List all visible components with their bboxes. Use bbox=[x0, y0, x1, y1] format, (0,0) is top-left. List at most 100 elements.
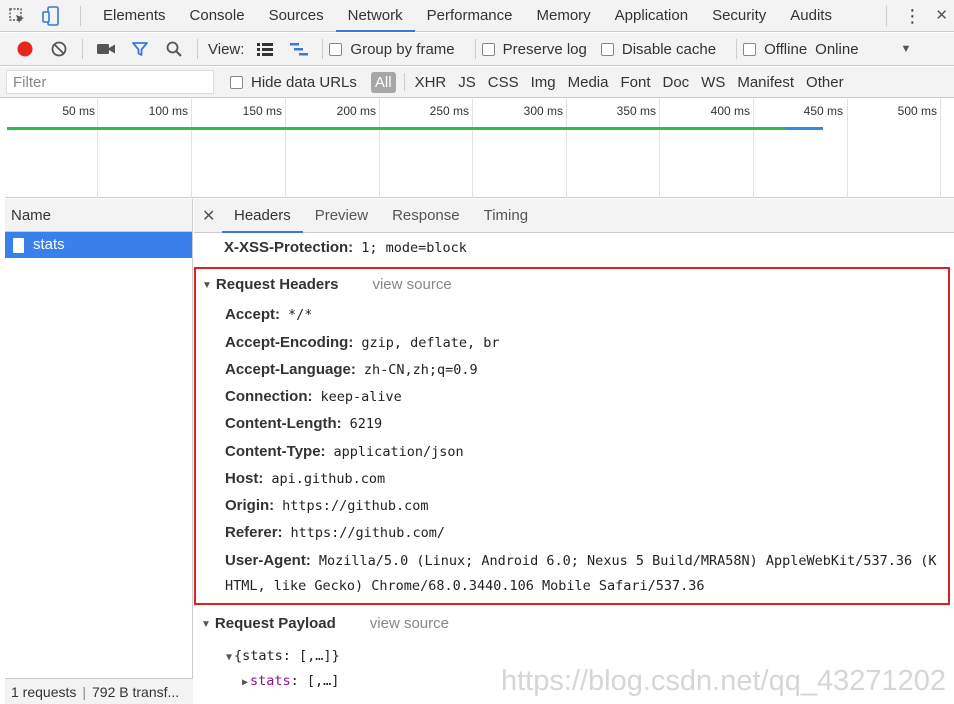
request-row[interactable]: stats bbox=[5, 232, 192, 258]
view-label: View: bbox=[208, 40, 245, 58]
record-button[interactable] bbox=[8, 34, 42, 64]
payload-child[interactable]: ▶ stats: [,…] bbox=[242, 673, 339, 689]
request-header-line: Content-Length: 6219 bbox=[225, 412, 382, 436]
request-detail-panel: ✕ Headers Preview Response Timing X-XSS-… bbox=[194, 199, 954, 704]
header-value: https://github.com bbox=[282, 498, 429, 514]
timeline-tick-label: 400 ms bbox=[710, 104, 750, 118]
capture-screenshots-button[interactable] bbox=[89, 34, 123, 64]
request-name: stats bbox=[33, 236, 65, 253]
view-source-link[interactable]: view source bbox=[372, 276, 451, 293]
tab-audits[interactable]: Audits bbox=[778, 0, 844, 32]
waterfall-overview-button[interactable] bbox=[282, 34, 316, 64]
tab-timing[interactable]: Timing bbox=[472, 199, 540, 233]
name-column-header[interactable]: Name bbox=[5, 199, 192, 232]
header-key: Content-Type: bbox=[225, 443, 326, 460]
search-button[interactable] bbox=[157, 34, 191, 64]
header-value: */* bbox=[288, 307, 313, 323]
timeline-tick-label: 200 ms bbox=[336, 104, 376, 118]
tab-headers[interactable]: Headers bbox=[222, 199, 303, 233]
view-source-link[interactable]: view source bbox=[370, 615, 449, 632]
header-value: application/json bbox=[333, 444, 464, 460]
payload-root[interactable]: ▼ {stats: [,…]} bbox=[226, 648, 340, 664]
type-filter-img[interactable]: Img bbox=[525, 74, 562, 91]
section-title: Request Payload bbox=[214, 615, 336, 632]
request-count: 1 requests bbox=[11, 684, 77, 700]
clear-icon bbox=[51, 41, 67, 57]
offline-checkbox[interactable]: Offline bbox=[743, 41, 807, 58]
throttling-select[interactable]: Online ▼ bbox=[815, 41, 911, 58]
header-key: Referer: bbox=[225, 524, 283, 541]
type-filter-all[interactable]: All bbox=[370, 71, 396, 93]
tab-response[interactable]: Response bbox=[380, 199, 472, 233]
type-filter-doc[interactable]: Doc bbox=[656, 74, 695, 91]
request-header-line: Referer: https://github.com/ bbox=[225, 521, 445, 545]
file-icon bbox=[13, 237, 24, 253]
hide-data-urls-checkbox[interactable]: Hide data URLs bbox=[230, 74, 357, 91]
type-filter-js[interactable]: JS bbox=[452, 74, 482, 91]
tab-network[interactable]: Network bbox=[335, 0, 415, 32]
header-value: keep-alive bbox=[320, 389, 402, 405]
timeline-gridline bbox=[285, 98, 286, 198]
payload-root-value: {stats: [,…]} bbox=[234, 648, 340, 664]
header-key: X-XSS-Protection: bbox=[224, 239, 354, 256]
type-filter-css[interactable]: CSS bbox=[482, 74, 525, 91]
timeline-tick-label: 500 ms bbox=[897, 104, 937, 118]
toolbar-separator bbox=[474, 39, 476, 59]
type-filter-xhr[interactable]: XHR bbox=[409, 74, 453, 91]
preserve-log-checkbox[interactable]: Preserve log bbox=[481, 40, 587, 58]
triangle-right-icon: ▶ bbox=[242, 677, 249, 688]
header-value: Mozilla/5.0 (Linux; Android 6.0; Nexus 5… bbox=[318, 553, 937, 569]
timeline-tick-label: 450 ms bbox=[803, 104, 843, 118]
tab-sources[interactable]: Sources bbox=[257, 0, 336, 32]
section-title: Request Headers bbox=[215, 276, 339, 293]
type-filter-separator bbox=[403, 73, 405, 91]
type-filter-ws[interactable]: WS bbox=[695, 74, 731, 91]
request-headers-section[interactable]: ▼ Request Headers view source bbox=[202, 273, 452, 297]
timeline-tick-label: 50 ms bbox=[62, 104, 95, 118]
request-header-line: Accept-Language: zh-CN,zh;q=0.9 bbox=[225, 358, 478, 382]
type-filter-manifest[interactable]: Manifest bbox=[731, 74, 800, 91]
filter-input[interactable] bbox=[6, 70, 214, 94]
more-options-icon[interactable]: ⋮ bbox=[895, 0, 929, 32]
toolbar-separator bbox=[736, 39, 738, 59]
payload-key: stats bbox=[250, 673, 291, 689]
timeline-overview[interactable]: 50 ms 100 ms 150 ms 200 ms 250 ms 300 ms… bbox=[5, 98, 954, 198]
type-filter-other[interactable]: Other bbox=[800, 74, 850, 91]
tab-preview[interactable]: Preview bbox=[303, 199, 380, 233]
request-headers-highlight: ▼ Request Headers view source Accept: */* A… bbox=[194, 267, 950, 605]
header-key: Origin: bbox=[225, 497, 275, 514]
network-toolbar: View: Group by frame Preserve log Disabl… bbox=[0, 33, 954, 66]
group-by-frame-checkbox[interactable]: Group by frame bbox=[329, 40, 455, 58]
filter-toggle-button[interactable] bbox=[123, 34, 157, 64]
timeline-gridline bbox=[847, 98, 848, 198]
tab-memory[interactable]: Memory bbox=[525, 0, 603, 32]
group-by-frame-label: Group by frame bbox=[350, 40, 455, 58]
hide-data-urls-label: Hide data URLs bbox=[251, 73, 357, 91]
close-devtools-icon[interactable]: ✕ bbox=[929, 0, 954, 32]
response-header-line: X-XSS-Protection: 1; mode=block bbox=[224, 236, 467, 260]
large-rows-button[interactable] bbox=[248, 34, 282, 64]
tab-security[interactable]: Security bbox=[700, 0, 778, 32]
video-camera-icon bbox=[97, 44, 115, 54]
inspect-element-icon[interactable] bbox=[0, 0, 34, 32]
request-payload-section[interactable]: ▼ Request Payload view source bbox=[201, 612, 449, 636]
header-value: 1; mode=block bbox=[361, 240, 467, 256]
tab-application[interactable]: Application bbox=[603, 0, 700, 32]
clear-button[interactable] bbox=[42, 34, 76, 64]
tab-separator bbox=[80, 5, 81, 26]
tab-separator bbox=[886, 5, 888, 26]
preserve-log-label: Preserve log bbox=[502, 40, 587, 58]
tab-performance[interactable]: Performance bbox=[415, 0, 525, 32]
close-detail-icon[interactable]: ✕ bbox=[202, 206, 222, 226]
type-filter-media[interactable]: Media bbox=[562, 74, 615, 91]
tab-console[interactable]: Console bbox=[178, 0, 257, 32]
offline-label: Offline bbox=[764, 40, 808, 58]
type-filter-font[interactable]: Font bbox=[614, 74, 656, 91]
header-key: Accept-Encoding: bbox=[225, 334, 354, 351]
disable-cache-checkbox[interactable]: Disable cache bbox=[600, 41, 716, 58]
toolbar-separator bbox=[82, 39, 83, 59]
timeline-gridline bbox=[379, 98, 380, 198]
tab-elements[interactable]: Elements bbox=[91, 0, 178, 32]
device-toolbar-icon[interactable] bbox=[34, 0, 68, 32]
search-icon bbox=[166, 41, 182, 57]
